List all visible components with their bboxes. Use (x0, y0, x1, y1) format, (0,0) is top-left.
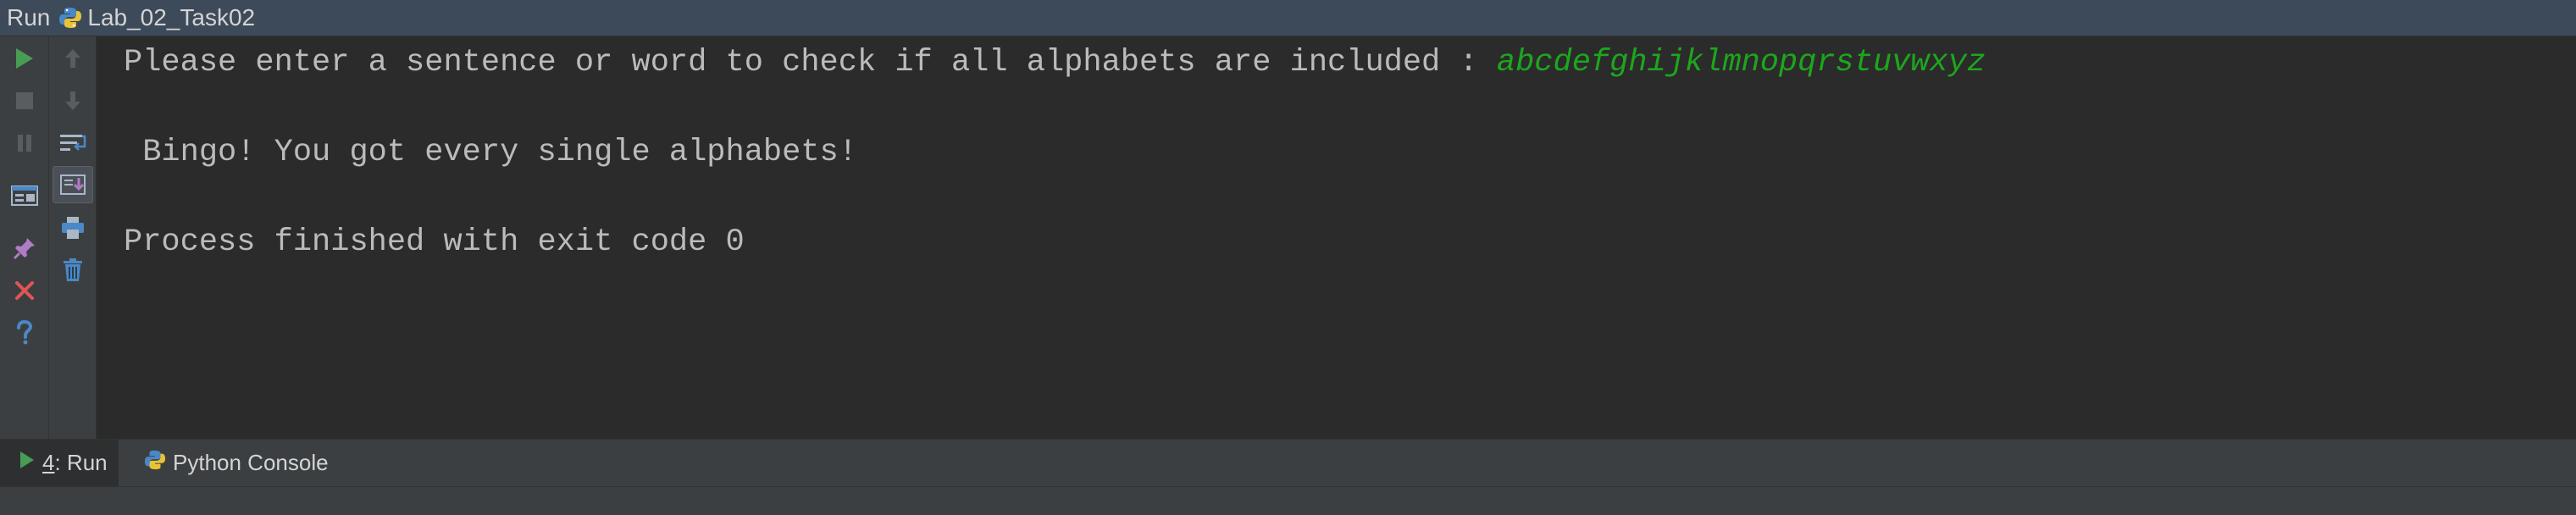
close-icon (15, 281, 34, 300)
run-tool-window: Run Lab_02_Task02 Please enter a sentenc… (0, 0, 2576, 515)
python-icon (58, 6, 82, 30)
tool-window-bar: 4: Run Python Console (0, 439, 2576, 486)
pause-button[interactable] (4, 125, 45, 162)
scroll-down-icon (65, 91, 80, 110)
scroll-up-icon (65, 49, 80, 68)
rerun-icon (16, 48, 33, 69)
run-window-header: Run Lab_02_Task02 (0, 0, 2576, 36)
clear-all-button[interactable] (53, 252, 93, 289)
console-result-line: Bingo! You got every single alphabets! (124, 135, 857, 170)
console-prompt-line: Please enter a sentence or word to check… (124, 47, 1986, 79)
help-icon (17, 320, 33, 345)
next-occurrence-button[interactable] (53, 82, 93, 119)
tab-python-console-label: Python Console (173, 450, 329, 475)
console-output[interactable]: Please enter a sentence or word to check… (97, 36, 2576, 439)
tab-run-label: : Run (54, 450, 108, 475)
soft-wrap-icon (60, 135, 86, 151)
run-primary-toolbar (0, 36, 49, 439)
tab-run-number: 4 (42, 450, 55, 475)
run-icon (19, 450, 36, 476)
tab-run[interactable]: 4: Run (0, 440, 119, 486)
scroll-to-end-button[interactable] (53, 166, 93, 203)
stop-button[interactable] (4, 82, 45, 119)
run-configuration-name[interactable]: Lab_02_Task02 (87, 4, 255, 31)
print-icon (62, 217, 84, 239)
pause-icon (18, 135, 31, 152)
pin-icon (13, 238, 35, 260)
tab-python-console[interactable]: Python Console (142, 440, 329, 486)
clear-all-icon (64, 258, 82, 281)
console-prompt: Please enter a sentence or word to check… (124, 45, 1497, 80)
console-exit-message: Process finished with exit code 0 (124, 224, 745, 260)
status-bar (0, 486, 2576, 515)
run-secondary-toolbar (49, 36, 97, 439)
soft-wrap-button[interactable] (53, 125, 93, 162)
previous-occurrence-button[interactable] (53, 40, 93, 77)
pin-tab-button[interactable] (4, 230, 45, 267)
console-user-input: abcdefghijklmnopqrstuvwxyz (1496, 45, 1986, 80)
python-console-icon (144, 449, 166, 477)
scroll-to-end-icon (60, 174, 86, 195)
restore-layout-button[interactable] (4, 177, 45, 214)
run-window-title: Run (7, 4, 51, 30)
stop-icon (16, 92, 33, 109)
help-button[interactable] (4, 314, 45, 352)
close-button[interactable] (4, 272, 45, 309)
print-button[interactable] (53, 209, 93, 246)
rerun-button[interactable] (4, 40, 45, 77)
layout-icon (11, 186, 38, 206)
